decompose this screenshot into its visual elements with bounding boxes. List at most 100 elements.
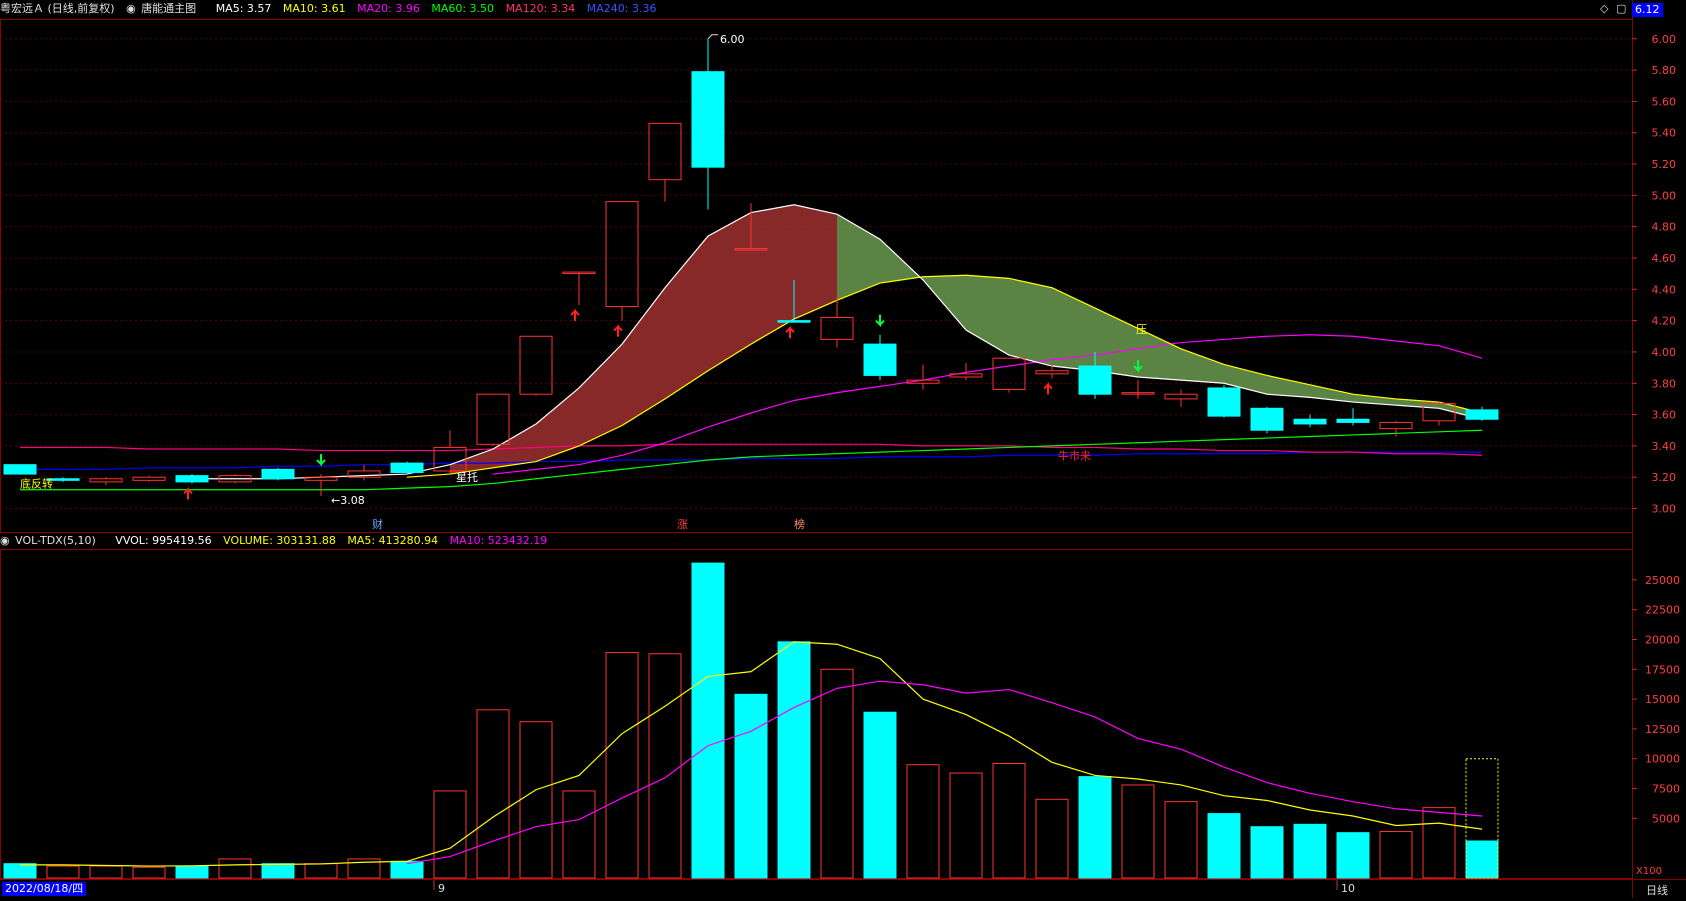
ma60-value: MA60: 3.50: [431, 2, 495, 15]
sell-arrow-icon: [316, 454, 326, 467]
kline-stage: 3.00 3.20 3.40 3.60 3.80 4.00 4.20 4.40 4.60 4.80…: [0, 0, 1686, 898]
cursor-date: 2022/08/18/四: [2, 882, 87, 896]
ma120-value: MA120: 3.34: [505, 2, 576, 15]
kline-chart-svg[interactable]: 3.00 3.20 3.40 3.60 3.80 4.00 4.20 4.40 4.60 4.80…: [0, 0, 1686, 898]
buy-arrow-icon: [613, 324, 623, 337]
candle: [132, 475, 166, 482]
bang-marker: 榜: [794, 517, 805, 531]
volume-bar: [1293, 823, 1327, 879]
candle: [89, 477, 123, 486]
candle: [1164, 389, 1198, 407]
candle-body: [1336, 418, 1370, 423]
volume-panel-header: ◉ VOL-TDX(5,10) VVOL: 995419.56 VOLUME: …: [0, 532, 555, 550]
buy-arrow-icon: [785, 325, 795, 339]
sell-arrow-icon: [875, 314, 885, 328]
low-price-label: ←3.08: [331, 494, 365, 507]
candle: [1336, 408, 1370, 426]
price-tick-label: 4.20: [1652, 315, 1677, 328]
volume-bar: [1207, 813, 1241, 879]
candle: [992, 357, 1026, 393]
volume-bar: [89, 865, 123, 879]
vol-ma5-value: MA5: 413280.94: [347, 534, 439, 547]
price-tick-label: 5.60: [1652, 95, 1677, 108]
price-tick-label: 3.60: [1652, 409, 1677, 422]
volume-bar: [562, 790, 596, 879]
volume-bar: [777, 641, 811, 879]
candle-body: [949, 373, 983, 378]
price-tick-label: 5.20: [1652, 158, 1677, 171]
diamond-icon[interactable]: ◇: [1600, 2, 1608, 15]
candle-body: [89, 478, 123, 483]
volume-bar: [1465, 840, 1499, 879]
volume-tick-label: 25000: [1645, 574, 1680, 587]
volume-bar: [3, 863, 37, 879]
price-tick-label: 6.00: [1652, 33, 1677, 46]
volume-tick-label: 12500: [1645, 723, 1680, 736]
candle: [261, 467, 295, 481]
volume-value: VOLUME: 303131.88: [223, 534, 336, 547]
candle: [175, 474, 209, 484]
volume-tick-label: 5000: [1652, 812, 1680, 825]
price-tick-label: 3.40: [1652, 440, 1677, 453]
high-price-label: 6.00: [720, 33, 745, 46]
candle: [347, 464, 381, 481]
circle-chevron-icon: ◉: [126, 2, 136, 15]
price-tick-label: 3.00: [1652, 503, 1677, 516]
volume-indicator-name: VOL-TDX(5,10): [15, 534, 96, 547]
volume-bar: [1121, 784, 1155, 879]
price-tick-label: 5.40: [1652, 127, 1677, 140]
stock-title: 粤宏远Ａ (日线,前复权): [0, 2, 115, 15]
candle: [605, 201, 639, 321]
candle: [562, 271, 596, 305]
candle: [519, 335, 553, 396]
xingtuo-label: 星托: [456, 470, 478, 484]
volume-bar: [820, 668, 854, 879]
volume-bar: [519, 721, 553, 879]
candle-body: [863, 343, 897, 376]
candle: [863, 334, 897, 381]
square-icon[interactable]: ▢: [1616, 2, 1626, 15]
candle: [1250, 406, 1284, 434]
volume-bar: [1250, 826, 1284, 879]
buy-arrow-icon: [1043, 382, 1053, 395]
month-label-10: 10: [1341, 882, 1355, 895]
volume-tick-label: 10000: [1645, 753, 1680, 766]
candle: [304, 474, 338, 496]
candle: [1207, 384, 1241, 418]
candle-body: [605, 201, 639, 308]
volume-bar: [1379, 830, 1413, 879]
bear-cloud: [837, 214, 1482, 420]
period-label[interactable]: 日线: [1646, 882, 1668, 898]
buy-arrow-icon: [570, 308, 580, 321]
volume-tick-label: 17500: [1645, 663, 1680, 676]
candle-body: [1164, 393, 1198, 400]
candle-body: [1465, 409, 1499, 420]
ma20-value: MA20: 3.96: [357, 2, 420, 15]
price-tick-label: 3.80: [1652, 377, 1677, 390]
candle-body: [691, 71, 725, 168]
price-tick-label: 4.80: [1652, 221, 1677, 234]
indicator-selector[interactable]: ◉ 唐能通主图: [126, 2, 208, 15]
candle: [906, 364, 940, 390]
volume-bar: [476, 709, 510, 879]
ma240-value: MA240: 3.36: [586, 2, 657, 15]
ma60-line: [20, 429, 1483, 491]
volume-bar: [218, 858, 252, 879]
volume-indicator-selector[interactable]: ◉ VOL-TDX(5,10): [0, 534, 107, 547]
candle: [691, 38, 725, 210]
volume-bar: [175, 865, 209, 879]
volume-bar: [1164, 801, 1198, 879]
price-tick-label: 4.00: [1652, 346, 1677, 359]
current-price-box: 6.12: [1632, 3, 1663, 17]
price-tick-label: 4.40: [1652, 283, 1677, 296]
candle-body: [648, 122, 682, 181]
candle: [1465, 406, 1499, 421]
volume-tick-label: 20000: [1645, 633, 1680, 646]
buy-arrow-icon: [183, 487, 193, 500]
volume-unit-label: X100: [1636, 866, 1662, 877]
candle-body: [1078, 365, 1112, 395]
candle-body: [1207, 387, 1241, 417]
volume-bar: [1078, 776, 1112, 879]
candle: [949, 362, 983, 381]
volume-panel-frame: [0, 549, 1633, 879]
